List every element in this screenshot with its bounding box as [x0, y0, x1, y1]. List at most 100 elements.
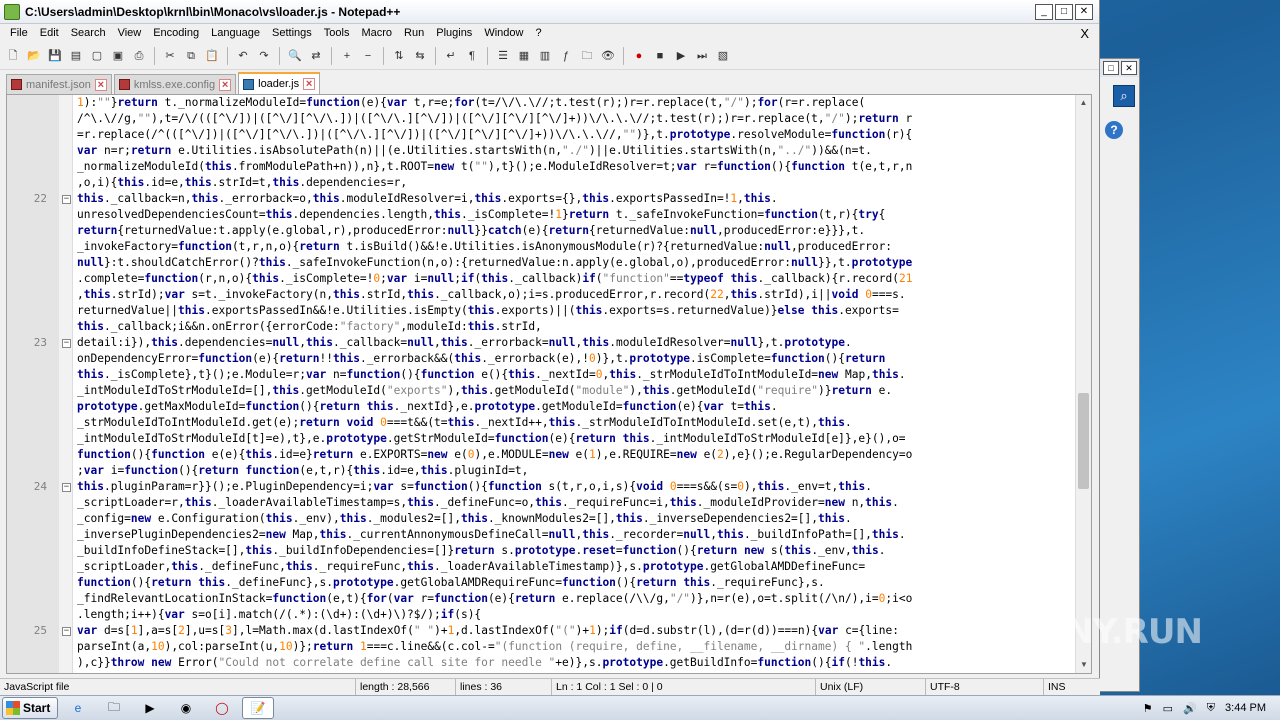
code-line[interactable]: _config=new e.Configuration(this._env),t…	[73, 511, 1075, 527]
save-all-icon[interactable]: ▤	[67, 47, 85, 65]
code-line[interactable]: parseInt(a,10),col:parseInt(u,10)};retur…	[73, 639, 1075, 655]
save-macro-icon[interactable]: ▧	[714, 47, 732, 65]
close-icon[interactable]: ✕	[1121, 61, 1137, 75]
network-icon[interactable]: ▭	[1163, 702, 1173, 715]
menu-help[interactable]: ?	[529, 27, 547, 39]
udl-icon[interactable]: ▦	[515, 47, 533, 65]
code-line[interactable]: this._isComplete},t}();e.Module=r;var n=…	[73, 367, 1075, 383]
search-icon[interactable]: ⌕	[1113, 85, 1135, 107]
close-tab-icon[interactable]: ×	[94, 78, 107, 91]
paste-icon[interactable]: 📋	[203, 47, 221, 65]
menu-plugins[interactable]: Plugins	[430, 27, 478, 39]
find-icon[interactable]: 🔍	[286, 47, 304, 65]
code-line[interactable]: _intModuleIdToStrModuleId=[],this.getMod…	[73, 383, 1075, 399]
fold-toggle-icon[interactable]: −	[62, 483, 71, 492]
opera-icon[interactable]: ◯	[206, 697, 238, 719]
menu-run[interactable]: Run	[398, 27, 430, 39]
code-line[interactable]: ;var i=function(){return function(e,t,r)…	[73, 463, 1075, 479]
code-line[interactable]: return{returnedValue:t.apply(e.global,r)…	[73, 223, 1075, 239]
show-all-chars-icon[interactable]: ¶	[463, 47, 481, 65]
sync-scroll-v-icon[interactable]: ⇅	[390, 47, 408, 65]
code-line[interactable]: _invokeFactory=function(t,r,n,o){return …	[73, 239, 1075, 255]
media-player-icon[interactable]: ▶	[134, 697, 166, 719]
menu-window[interactable]: Window	[478, 27, 529, 39]
code-line[interactable]: .length;i++){var s=o[i].match(/(.*):(\d+…	[73, 607, 1075, 623]
fold-margin[interactable]	[59, 95, 73, 673]
run-macro-multiple-icon[interactable]: ⏭	[693, 47, 711, 65]
menu-encoding[interactable]: Encoding	[147, 27, 205, 39]
status-insert-mode[interactable]: INS	[1044, 679, 1084, 696]
open-file-icon[interactable]: 📂	[25, 47, 43, 65]
zoom-in-icon[interactable]: +	[338, 47, 356, 65]
menu-file[interactable]: File	[4, 27, 34, 39]
code-line[interactable]: _buildInfoDefineStack=[],this._buildInfo…	[73, 543, 1075, 559]
menu-edit[interactable]: Edit	[34, 27, 65, 39]
word-wrap-icon[interactable]: ↵	[442, 47, 460, 65]
vertical-scrollbar[interactable]: ▲ ▼	[1075, 95, 1091, 673]
file-explorer-icon[interactable]: 🗀	[98, 697, 130, 719]
code-line[interactable]: this._callback;i&&n.onError({errorCode:"…	[73, 319, 1075, 335]
code-editor[interactable]: 22 − 23 − 24 − 25 − 1):""}return t._norm…	[6, 94, 1092, 674]
code-line[interactable]: null}:t.shouldCatchError()?this._safeInv…	[73, 255, 1075, 271]
tab-kmlss-exe-config[interactable]: kmlss.exe.config ×	[113, 74, 237, 94]
folder-workspace-icon[interactable]: 🗀	[578, 47, 596, 65]
code-line[interactable]: _scriptLoader,this._defineFunc,this._req…	[73, 559, 1075, 575]
code-line[interactable]: function(){return this._defineFunc},s.pr…	[73, 575, 1075, 591]
sync-scroll-h-icon[interactable]: ⇆	[411, 47, 429, 65]
code-line[interactable]: _inversePluginDependencies2=new Map,this…	[73, 527, 1075, 543]
tab-manifest-json[interactable]: manifest.json ×	[6, 74, 112, 94]
close-file-icon[interactable]: ▢	[88, 47, 106, 65]
flag-tray-icon[interactable]: ⚑	[1143, 702, 1153, 715]
tab-loader-js[interactable]: loader.js ×	[238, 72, 321, 94]
scroll-up-icon[interactable]: ▲	[1076, 95, 1091, 111]
status-eol[interactable]: Unix (LF)	[816, 678, 926, 696]
code-line[interactable]: =r.replace(/^(([^\/])|([^\/][^\/\.])|([^…	[73, 127, 1075, 143]
zoom-out-icon[interactable]: −	[359, 47, 377, 65]
code-line[interactable]: this._callback=n,this._errorback=o,this.…	[73, 191, 1075, 207]
fold-toggle-icon[interactable]: −	[62, 339, 71, 348]
maximize-icon[interactable]: □	[1103, 61, 1119, 75]
code-line[interactable]: .complete=function(r,n,o){this._isComple…	[73, 271, 1075, 287]
code-line[interactable]: function(){function e(e){this.id=e}retur…	[73, 447, 1075, 463]
code-line[interactable]: detail:i}),this.dependencies=null,this._…	[73, 335, 1075, 351]
maximize-button[interactable]: □	[1055, 3, 1073, 20]
copy-icon[interactable]: ⧉	[182, 47, 200, 65]
doc-map-icon[interactable]: ▥	[536, 47, 554, 65]
code-line[interactable]: _scriptLoader=r,this._loaderAvailableTim…	[73, 495, 1075, 511]
monitoring-icon[interactable]: 👁	[599, 47, 617, 65]
code-line[interactable]: this.pluginParam=r}}();e.PluginDependenc…	[73, 479, 1075, 495]
save-icon[interactable]: 💾	[46, 47, 64, 65]
menu-search[interactable]: Search	[65, 27, 112, 39]
code-line[interactable]: 1):""}return t._normalizeModuleId=functi…	[73, 95, 1075, 111]
code-line[interactable]: ),c}}throw new Error("Could not correlat…	[73, 655, 1075, 671]
internet-explorer-icon[interactable]: e	[62, 697, 94, 719]
volume-icon[interactable]: 🔊	[1183, 702, 1197, 715]
close-tab-icon[interactable]: ×	[219, 78, 232, 91]
menu-language[interactable]: Language	[205, 27, 266, 39]
help-icon[interactable]: ?	[1105, 121, 1123, 139]
close-document-icon[interactable]: X	[1080, 26, 1089, 41]
close-tab-icon[interactable]: ×	[303, 78, 316, 90]
notepadpp-taskbar-icon[interactable]: 📝	[242, 697, 274, 719]
indent-guide-icon[interactable]: ☰	[494, 47, 512, 65]
fold-toggle-icon[interactable]: −	[62, 195, 71, 204]
code-line[interactable]: _strModuleIdToIntModuleId.get(e);return …	[73, 415, 1075, 431]
code-text[interactable]: 1):""}return t._normalizeModuleId=functi…	[73, 95, 1075, 673]
menu-macro[interactable]: Macro	[355, 27, 398, 39]
function-list-icon[interactable]: ƒ	[557, 47, 575, 65]
code-line[interactable]: _findRelevantLocationInStack=function(e,…	[73, 591, 1075, 607]
code-line[interactable]: onDependencyError=function(e){return!!th…	[73, 351, 1075, 367]
start-button[interactable]: Start	[2, 697, 58, 719]
code-line[interactable]: ,this.strId);var s=t._invokeFactory(n,th…	[73, 287, 1075, 303]
code-line[interactable]: returnedValue||this.exportsPassedIn&&!e.…	[73, 303, 1075, 319]
play-macro-icon[interactable]: ▶	[672, 47, 690, 65]
status-encoding[interactable]: UTF-8	[926, 678, 1044, 696]
code-line[interactable]: var n=r;return e.Utilities.isAbsolutePat…	[73, 143, 1075, 159]
code-line[interactable]: prototype.getMaxModuleId=function(){retu…	[73, 399, 1075, 415]
print-icon[interactable]: ⎙	[130, 47, 148, 65]
fold-toggle-icon[interactable]: −	[62, 627, 71, 636]
undo-icon[interactable]: ↶	[234, 47, 252, 65]
code-line[interactable]: ,o,i){this.id=e,this.strId=t,this.depend…	[73, 175, 1075, 191]
code-line[interactable]: _normalizeModuleId(this.fromModulePath+n…	[73, 159, 1075, 175]
new-file-icon[interactable]: 🗋	[4, 47, 22, 65]
